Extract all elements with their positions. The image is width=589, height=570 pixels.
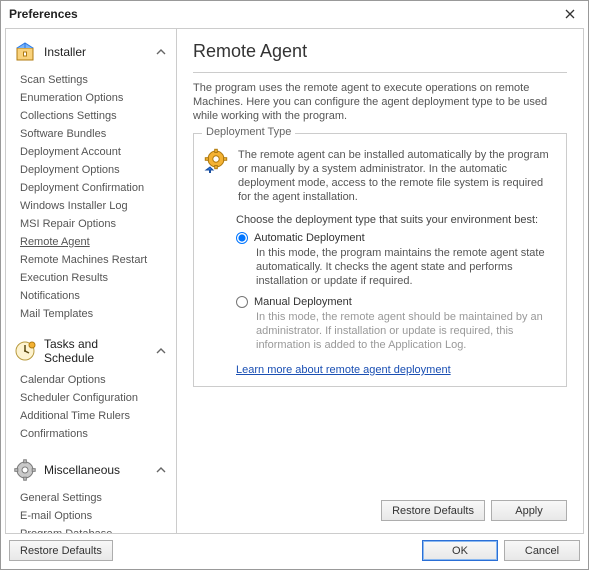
close-icon bbox=[565, 9, 575, 19]
sidebar-item-remote-machines-restart[interactable]: Remote Machines Restart bbox=[18, 251, 170, 269]
sidebar-section-header-installer[interactable]: Installer bbox=[12, 35, 170, 71]
chevron-up-icon bbox=[154, 344, 168, 358]
sidebar-item-calendar-options[interactable]: Calendar Options bbox=[18, 371, 170, 389]
restore-defaults-pane-button[interactable]: Restore Defaults bbox=[381, 500, 485, 521]
sidebar-item-mail-templates[interactable]: Mail Templates bbox=[18, 305, 170, 323]
sidebar: Installer Scan SettingsEnumeration Option… bbox=[5, 28, 177, 534]
close-button[interactable] bbox=[560, 4, 580, 24]
sidebar-section-items-tasks: Calendar OptionsScheduler ConfigurationA… bbox=[18, 371, 170, 443]
sidebar-item-windows-installer-log[interactable]: Windows Installer Log bbox=[18, 197, 170, 215]
sidebar-section-header-tasks[interactable]: Tasks and Schedule bbox=[12, 333, 170, 371]
sidebar-item-confirmations[interactable]: Confirmations bbox=[18, 425, 170, 443]
group-description: The remote agent can be installed automa… bbox=[238, 148, 556, 204]
group-description-row: The remote agent can be installed automa… bbox=[202, 148, 556, 204]
sidebar-item-scheduler-configuration[interactable]: Scheduler Configuration bbox=[18, 389, 170, 407]
choose-label: Choose the deployment type that suits yo… bbox=[236, 214, 556, 226]
sidebar-item-remote-agent[interactable]: Remote Agent bbox=[18, 233, 170, 251]
cancel-button[interactable]: Cancel bbox=[504, 540, 580, 561]
sidebar-item-deployment-options[interactable]: Deployment Options bbox=[18, 161, 170, 179]
sidebar-item-program-database[interactable]: Program Database bbox=[18, 525, 170, 534]
sidebar-section-items-installer: Scan SettingsEnumeration OptionsCollecti… bbox=[18, 71, 170, 323]
sidebar-item-general-settings[interactable]: General Settings bbox=[18, 489, 170, 507]
sidebar-section-header-misc[interactable]: Miscellaneous bbox=[12, 453, 170, 489]
radio-0[interactable] bbox=[236, 232, 248, 244]
deployment-option-1[interactable]: Manual Deployment bbox=[236, 296, 556, 308]
sidebar-section-misc: Miscellaneous General SettingsE-mail Opti… bbox=[12, 453, 170, 534]
deploy-gear-icon bbox=[202, 148, 230, 174]
sidebar-section-label: Installer bbox=[44, 45, 148, 59]
group-legend: Deployment Type bbox=[202, 126, 295, 138]
pane-buttons: Restore Defaults Apply bbox=[193, 500, 567, 521]
sidebar-item-scan-settings[interactable]: Scan Settings bbox=[18, 71, 170, 89]
sidebar-item-collections-settings[interactable]: Collections Settings bbox=[18, 107, 170, 125]
sidebar-item-enumeration-options[interactable]: Enumeration Options bbox=[18, 89, 170, 107]
deployment-option-0[interactable]: Automatic Deployment bbox=[236, 232, 556, 244]
page-title: Remote Agent bbox=[193, 41, 567, 62]
sidebar-item-deployment-confirmation[interactable]: Deployment Confirmation bbox=[18, 179, 170, 197]
sidebar-section-label: Miscellaneous bbox=[44, 463, 148, 477]
titlebar: Preferences bbox=[1, 1, 588, 27]
sidebar-item-software-bundles[interactable]: Software Bundles bbox=[18, 125, 170, 143]
apply-button[interactable]: Apply bbox=[491, 500, 567, 521]
sidebar-item-execution-results[interactable]: Execution Results bbox=[18, 269, 170, 287]
intro-text: The program uses the remote agent to exe… bbox=[193, 81, 567, 123]
sidebar-item-deployment-account[interactable]: Deployment Account bbox=[18, 143, 170, 161]
clock-icon bbox=[12, 338, 38, 364]
radio-label-1[interactable]: Manual Deployment bbox=[254, 296, 352, 308]
sidebar-section-label: Tasks and Schedule bbox=[44, 337, 148, 365]
radio-label-0[interactable]: Automatic Deployment bbox=[254, 232, 365, 244]
radio-1[interactable] bbox=[236, 296, 248, 308]
footer: Restore Defaults OK Cancel bbox=[1, 534, 588, 569]
ok-button[interactable]: OK bbox=[422, 540, 498, 561]
sidebar-item-additional-time-rulers[interactable]: Additional Time Rulers bbox=[18, 407, 170, 425]
sidebar-section-installer: Installer Scan SettingsEnumeration Option… bbox=[12, 35, 170, 323]
preferences-window: Preferences Installer Scan SettingsEnumer… bbox=[0, 0, 589, 570]
sidebar-item-notifications[interactable]: Notifications bbox=[18, 287, 170, 305]
gear-icon bbox=[12, 457, 38, 483]
deployment-type-group: Deployment Type bbox=[193, 133, 567, 387]
radio-desc-1: In this mode, the remote agent should be… bbox=[256, 310, 556, 352]
radio-desc-0: In this mode, the program maintains the … bbox=[256, 246, 556, 288]
learn-more-link[interactable]: Learn more about remote agent deployment bbox=[236, 364, 451, 376]
chevron-up-icon bbox=[154, 463, 168, 477]
sidebar-section-tasks: Tasks and Schedule Calendar OptionsSchedu… bbox=[12, 333, 170, 443]
box-icon bbox=[12, 39, 38, 65]
sidebar-item-e-mail-options[interactable]: E-mail Options bbox=[18, 507, 170, 525]
window-title: Preferences bbox=[9, 7, 560, 21]
sidebar-item-msi-repair-options[interactable]: MSI Repair Options bbox=[18, 215, 170, 233]
divider bbox=[193, 72, 567, 73]
chevron-up-icon bbox=[154, 45, 168, 59]
sidebar-section-items-misc: General SettingsE-mail OptionsProgram Da… bbox=[18, 489, 170, 534]
restore-defaults-dialog-button[interactable]: Restore Defaults bbox=[9, 540, 113, 561]
dialog-body: Installer Scan SettingsEnumeration Option… bbox=[1, 27, 588, 534]
main-pane: Remote Agent The program uses the remote… bbox=[177, 28, 584, 534]
